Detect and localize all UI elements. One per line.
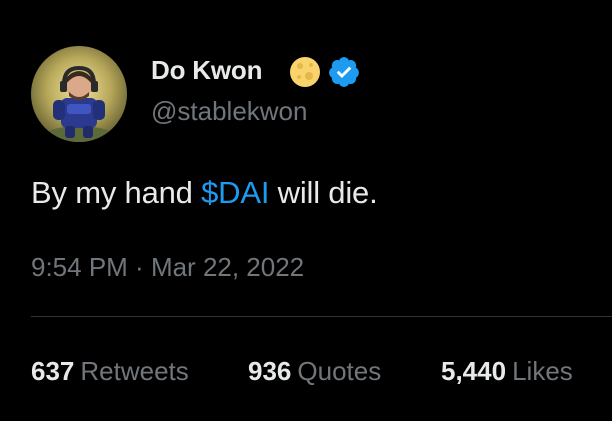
retweets-count: 637 bbox=[31, 356, 75, 386]
likes-count: 5,440 bbox=[441, 356, 507, 386]
display-name[interactable]: Do Kwon bbox=[151, 55, 262, 86]
likes-stat[interactable]: 5,440 Likes bbox=[441, 356, 573, 387]
avatar-image bbox=[31, 46, 127, 142]
quotes-label: Quotes bbox=[297, 356, 382, 386]
verified-badge-icon[interactable] bbox=[327, 55, 361, 89]
tweet-text-before: By my hand bbox=[31, 175, 202, 210]
tweet-text: By my hand $DAI will die. bbox=[31, 175, 378, 211]
tweet-card: Do Kwon @stablekwon By my hand $DAI will… bbox=[0, 0, 612, 421]
cashtag-link[interactable]: $DAI bbox=[201, 175, 269, 210]
likes-label: Likes bbox=[512, 356, 573, 386]
retweets-stat[interactable]: 637 Retweets bbox=[31, 356, 189, 387]
timestamp-time[interactable]: 9:54 PM bbox=[31, 252, 128, 282]
moon-emoji-icon bbox=[290, 57, 320, 87]
timestamp-date[interactable]: Mar 22, 2022 bbox=[151, 252, 304, 282]
handle[interactable]: @stablekwon bbox=[151, 96, 307, 127]
divider bbox=[31, 316, 612, 317]
timestamp-separator: · bbox=[127, 252, 151, 282]
retweets-label: Retweets bbox=[80, 356, 189, 386]
avatar[interactable] bbox=[31, 46, 127, 142]
tweet-text-after: will die. bbox=[269, 175, 378, 210]
quotes-count: 936 bbox=[248, 356, 292, 386]
timestamp: 9:54 PM · Mar 22, 2022 bbox=[31, 252, 304, 283]
quotes-stat[interactable]: 936 Quotes bbox=[248, 356, 381, 387]
